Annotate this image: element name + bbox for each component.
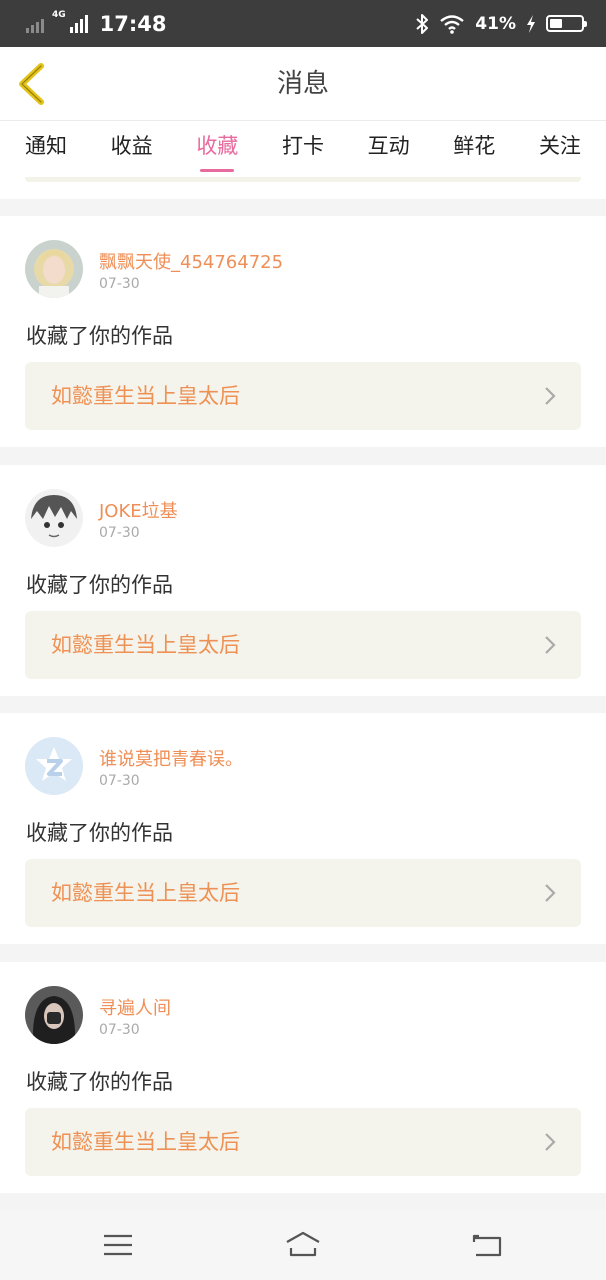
avatar[interactable] [25, 489, 83, 547]
qq-default-avatar [25, 737, 83, 795]
tab-following[interactable]: 关注 [539, 121, 581, 177]
message-card: JOKE垃基 07-30 收藏了你的作品 如懿重生当上皇太后 [0, 465, 606, 696]
avatar[interactable] [25, 240, 83, 298]
blonde-woman-avatar [25, 240, 83, 298]
tab-favorites[interactable]: 收藏 [196, 121, 238, 177]
message-date: 07-30 [99, 276, 140, 292]
battery-fill [550, 19, 563, 28]
message-card: 谁说莫把青春误。 07-30 收藏了你的作品 如懿重生当上皇太后 [0, 713, 606, 944]
status-bar: 4G 17:48 41% [0, 0, 606, 47]
network-type: 4G [52, 10, 66, 20]
tab-flowers[interactable]: 鲜花 [453, 121, 495, 177]
top-app-bar: 消息 [0, 47, 606, 121]
signal-icon-2 [69, 14, 88, 33]
bluetooth-icon [416, 13, 429, 34]
girl-photo-avatar [25, 986, 83, 1044]
message-date: 07-30 [99, 1022, 140, 1038]
chevron-right-icon [545, 636, 556, 654]
previous-card-edge [0, 177, 606, 199]
work-title: 如懿重生当上皇太后 [51, 1130, 240, 1154]
status-left: 4G 17:48 [26, 10, 167, 36]
username[interactable]: 寻遍人间 [99, 994, 171, 1020]
status-right: 41% [415, 13, 587, 34]
work-link[interactable]: 如懿重生当上皇太后 [25, 1108, 581, 1176]
username[interactable]: 飘飘天使_454764725 [99, 248, 283, 274]
work-link[interactable]: 如懿重生当上皇太后 [25, 362, 581, 430]
message-date: 07-30 [99, 525, 140, 541]
page-title: 消息 [276, 69, 329, 99]
system-nav-bar [0, 1210, 606, 1280]
avatar[interactable] [25, 986, 83, 1044]
chevron-right-icon [545, 884, 556, 902]
username[interactable]: JOKE垃基 [99, 497, 178, 523]
message-card: 寻遍人间 07-30 收藏了你的作品 如懿重生当上皇太后 [0, 962, 606, 1193]
chevron-right-icon [545, 387, 556, 405]
menu-icon[interactable] [100, 1228, 136, 1262]
status-time: 17:48 [99, 11, 167, 36]
action-text: 收藏了你的作品 [26, 324, 173, 348]
work-title: 如懿重生当上皇太后 [51, 633, 240, 657]
message-date: 07-30 [99, 773, 140, 789]
tab-notifications[interactable]: 通知 [25, 121, 67, 177]
action-text: 收藏了你的作品 [26, 821, 173, 845]
chevron-right-icon [545, 1133, 556, 1151]
work-title: 如懿重生当上皇太后 [51, 384, 240, 408]
action-text: 收藏了你的作品 [26, 573, 173, 597]
charging-icon [527, 14, 535, 33]
home-icon[interactable] [285, 1228, 321, 1262]
work-title: 如懿重生当上皇太后 [51, 881, 240, 905]
tab-earnings[interactable]: 收益 [111, 121, 153, 177]
battery-percent: 41% [475, 13, 516, 34]
action-text: 收藏了你的作品 [26, 1070, 173, 1094]
signal-icon [26, 15, 44, 33]
wifi-icon [440, 14, 465, 34]
back-icon[interactable] [470, 1228, 506, 1262]
battery-icon [546, 15, 587, 32]
avatar[interactable] [25, 737, 83, 795]
work-link[interactable]: 如懿重生当上皇太后 [25, 611, 581, 679]
tab-interactions[interactable]: 互动 [368, 121, 410, 177]
username[interactable]: 谁说莫把青春误。 [99, 745, 243, 771]
work-link[interactable]: 如懿重生当上皇太后 [25, 859, 581, 927]
anime-boy-avatar [25, 489, 83, 547]
tab-bar: 通知 收益 收藏 打卡 互动 鲜花 关注 [0, 121, 606, 177]
message-card: 飘飘天使_454764725 07-30 收藏了你的作品 如懿重生当上皇太后 [0, 216, 606, 447]
tab-checkin[interactable]: 打卡 [282, 121, 324, 177]
